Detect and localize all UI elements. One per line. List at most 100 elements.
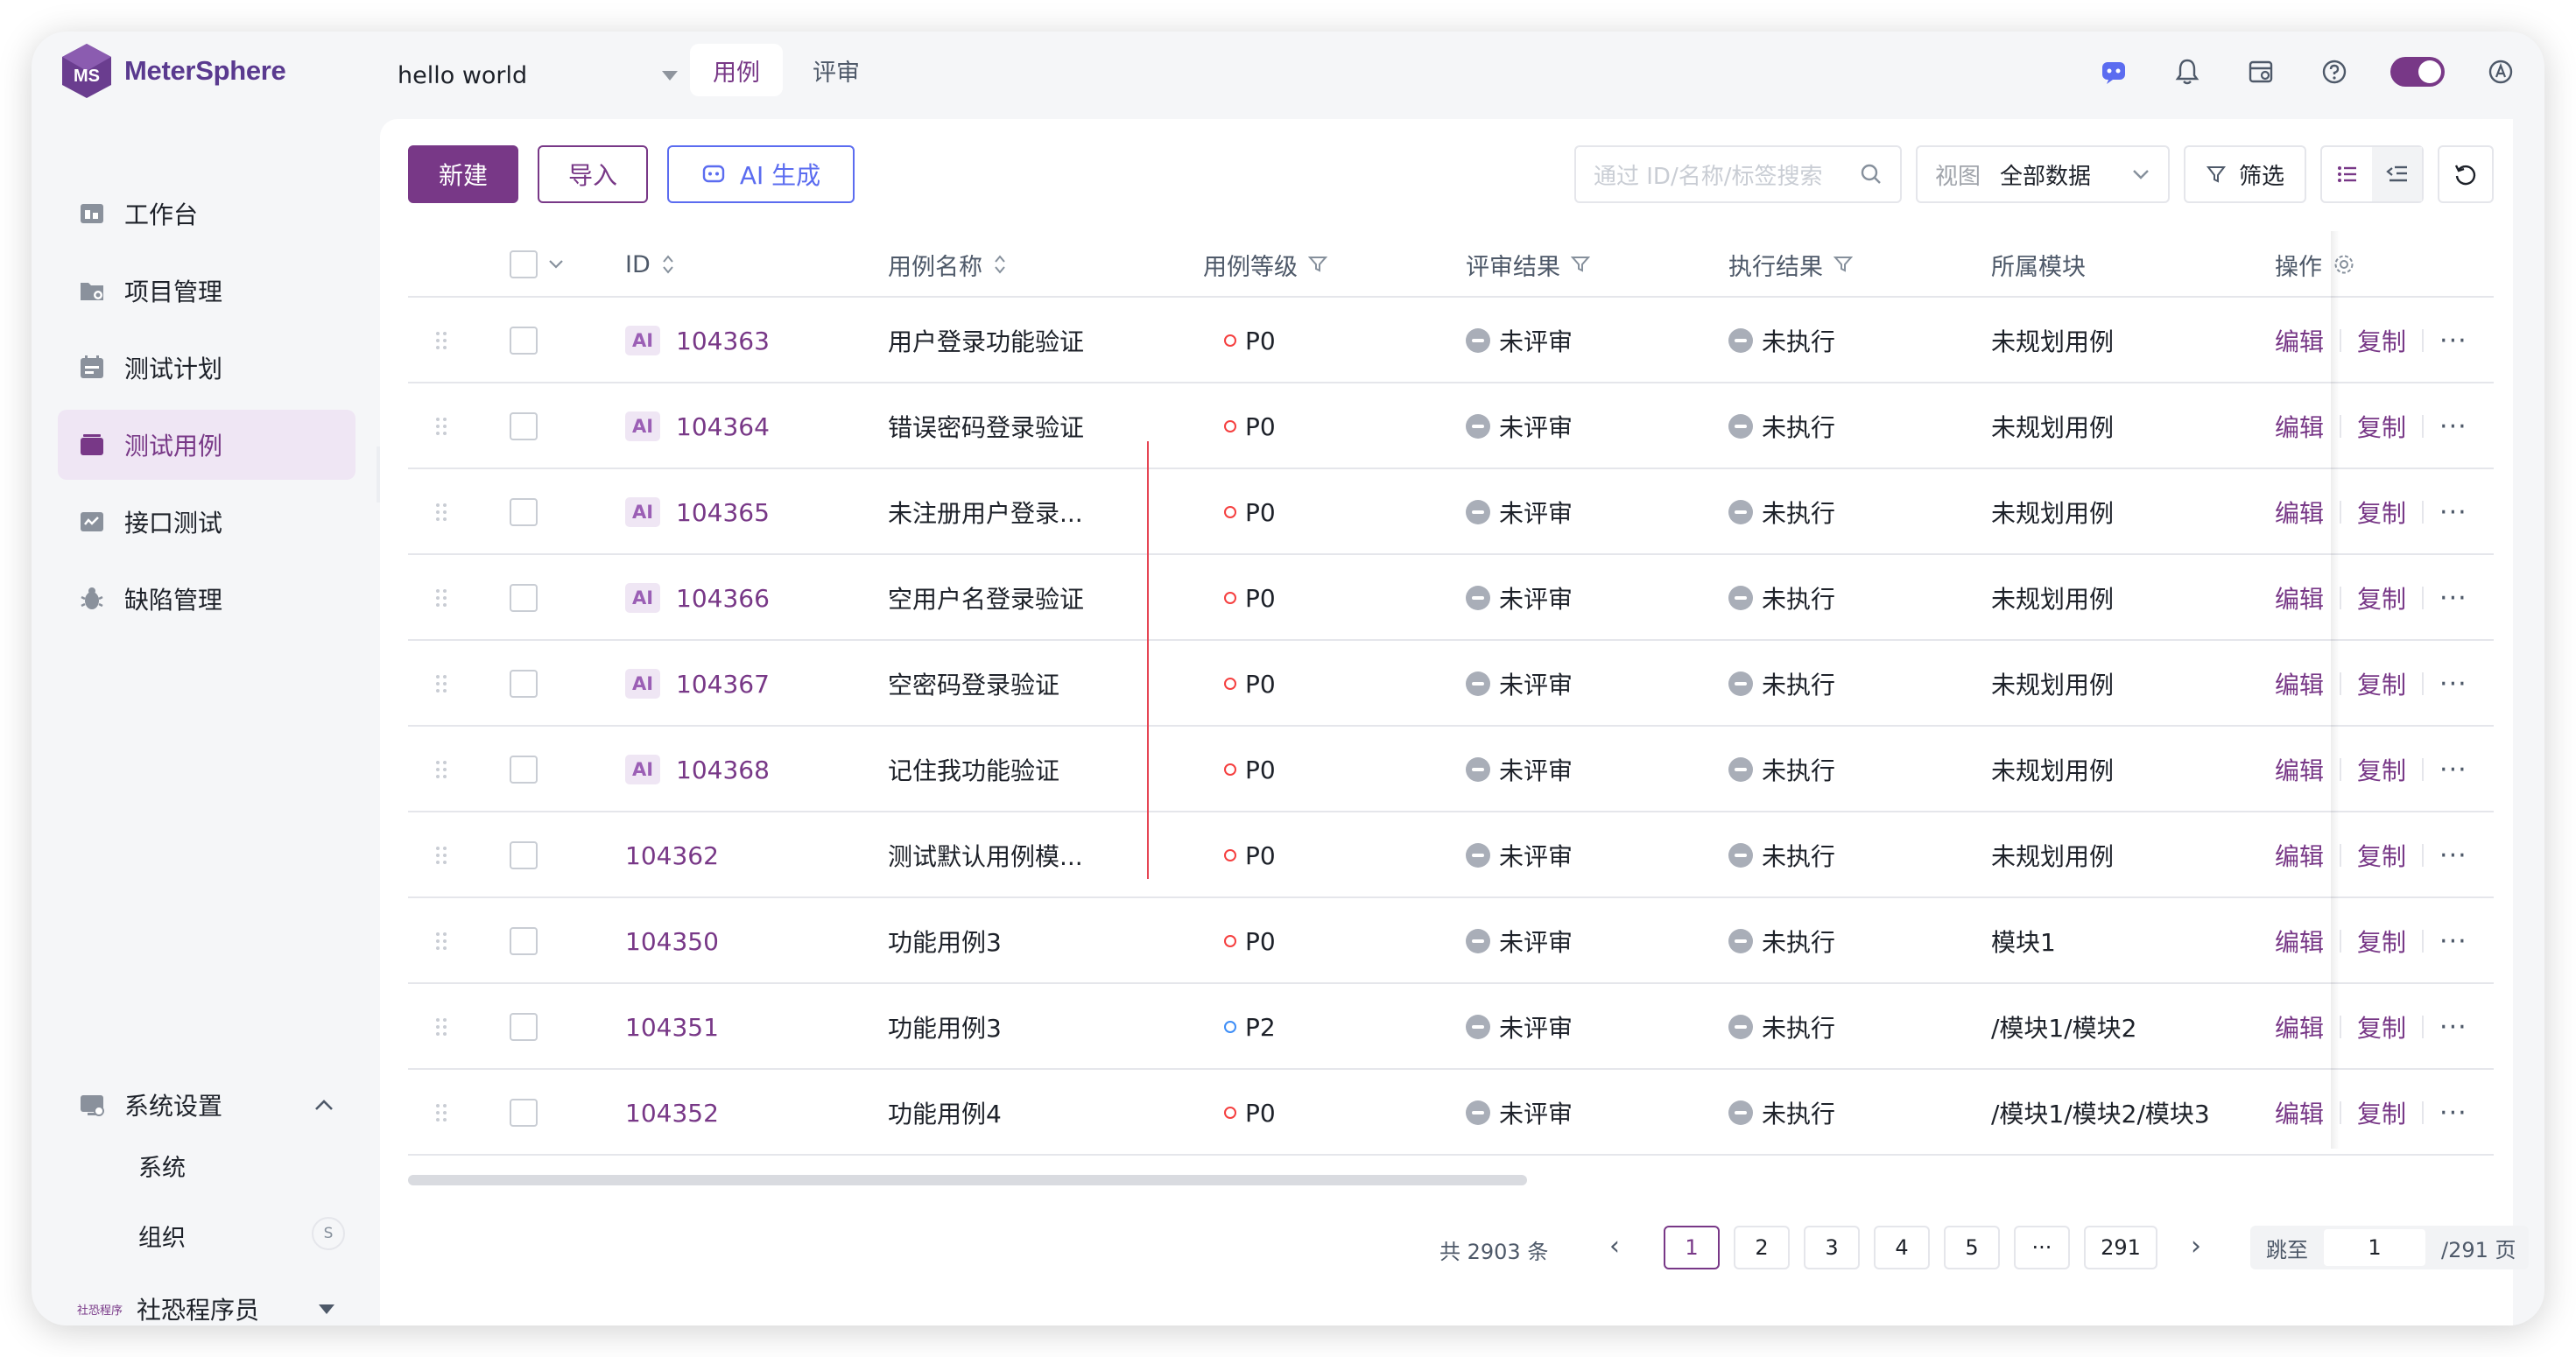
edit-button[interactable]: 编辑 — [2275, 495, 2324, 530]
case-name[interactable]: 错误密码登录验证 — [888, 409, 1084, 444]
more-icon[interactable]: ··· — [2439, 583, 2467, 614]
row-checkbox[interactable] — [510, 584, 538, 612]
case-name[interactable]: 空用户名登录验证 — [888, 580, 1084, 615]
edit-button[interactable]: 编辑 — [2275, 580, 2324, 615]
case-id[interactable]: 104364 — [676, 412, 770, 441]
table-row[interactable]: AI 104364 错误密码登录验证 P0 未评审 未执行 未规划用例 编辑 复制 ··· — [408, 383, 2494, 469]
new-button[interactable]: 新建 — [408, 145, 518, 203]
copy-button[interactable]: 复制 — [2357, 409, 2406, 444]
column-name[interactable]: 用例名称 — [888, 231, 1007, 298]
case-id[interactable]: 104368 — [676, 756, 770, 784]
sidebar-item-bug[interactable]: 缺陷管理 — [58, 564, 355, 634]
case-name[interactable]: 用户登录功能验证 — [888, 323, 1084, 358]
drag-handle-icon[interactable] — [434, 555, 448, 641]
sort-icon[interactable] — [661, 253, 675, 276]
edit-button[interactable]: 编辑 — [2275, 666, 2324, 701]
help-icon[interactable] — [2317, 54, 2352, 89]
jump-input[interactable]: 1 — [2324, 1229, 2425, 1266]
row-checkbox[interactable] — [510, 412, 538, 440]
column-level[interactable]: 用例等级 — [1203, 231, 1327, 298]
row-checkbox[interactable] — [510, 327, 538, 355]
more-icon[interactable]: ··· — [2439, 497, 2467, 528]
page-button[interactable]: 2 — [1734, 1226, 1790, 1269]
drag-handle-icon[interactable] — [434, 641, 448, 727]
copy-button[interactable]: 复制 — [2357, 1095, 2406, 1130]
row-checkbox[interactable] — [510, 1013, 538, 1041]
drag-handle-icon[interactable] — [434, 298, 448, 383]
row-checkbox[interactable] — [510, 756, 538, 784]
table-row[interactable]: 104362 测试默认用例模... P0 未评审 未执行 未规划用例 编辑 复制 ··· — [408, 812, 2494, 898]
filter-icon[interactable] — [1571, 255, 1590, 274]
sidebar-sub-system[interactable]: 系统 — [138, 1149, 186, 1183]
table-row[interactable]: AI 104367 空密码登录验证 P0 未评审 未执行 未规划用例 编辑 复制 ··· — [408, 641, 2494, 727]
more-icon[interactable]: ··· — [2439, 1098, 2467, 1128]
filter-icon[interactable] — [1833, 255, 1853, 274]
chevron-up-icon[interactable] — [313, 1098, 334, 1112]
sidebar-item-workbench[interactable]: 工作台 — [58, 179, 355, 249]
column-review[interactable]: 评审结果 — [1466, 231, 1590, 298]
copy-button[interactable]: 复制 — [2357, 1009, 2406, 1044]
sidebar-item-test-plan[interactable]: 测试计划 — [58, 333, 355, 403]
ai-assistant-icon[interactable] — [2096, 54, 2131, 89]
more-icon[interactable]: ··· — [2439, 669, 2467, 700]
copy-button[interactable]: 复制 — [2357, 838, 2406, 873]
edit-button[interactable]: 编辑 — [2275, 1095, 2324, 1130]
row-checkbox[interactable] — [510, 498, 538, 526]
drag-handle-icon[interactable] — [434, 984, 448, 1070]
tree-view-icon[interactable] — [2372, 147, 2422, 201]
app-logo[interactable]: MS MeterSphere — [60, 42, 286, 100]
drag-handle-icon[interactable] — [434, 1070, 448, 1156]
case-name[interactable]: 功能用例4 — [888, 1095, 1002, 1130]
case-name[interactable]: 功能用例3 — [888, 1009, 1002, 1044]
drag-handle-icon[interactable] — [434, 812, 448, 898]
drag-handle-icon[interactable] — [434, 727, 448, 812]
user-menu[interactable]: 社恐程序 社恐程序员 — [58, 1275, 355, 1325]
copy-button[interactable]: 复制 — [2357, 495, 2406, 530]
sidebar-item-settings[interactable]: 系统设置 — [58, 1070, 355, 1140]
more-icon[interactable]: ··· — [2439, 411, 2467, 442]
page-ellipsis[interactable]: ··· — [2014, 1226, 2070, 1269]
bell-icon[interactable] — [2170, 54, 2205, 89]
case-id[interactable]: 104365 — [676, 498, 770, 527]
case-name[interactable]: 未注册用户登录... — [888, 495, 1083, 530]
page-button[interactable]: 4 — [1874, 1226, 1930, 1269]
search-input[interactable]: 通过 ID/名称/标签搜索 — [1574, 145, 1902, 203]
language-icon[interactable] — [2483, 54, 2518, 89]
table-row[interactable]: AI 104365 未注册用户登录... P0 未评审 未执行 未规划用例 编辑 复制 ··· — [408, 469, 2494, 555]
case-id[interactable]: 104351 — [625, 1013, 719, 1042]
edit-button[interactable]: 编辑 — [2275, 1009, 2324, 1044]
case-name[interactable]: 功能用例3 — [888, 924, 1002, 959]
page-button[interactable]: 5 — [1944, 1226, 2000, 1269]
row-checkbox[interactable] — [510, 841, 538, 869]
table-row[interactable]: AI 104368 记住我功能验证 P0 未评审 未执行 未规划用例 编辑 复制 ··· — [408, 727, 2494, 812]
edit-button[interactable]: 编辑 — [2275, 409, 2324, 444]
edit-button[interactable]: 编辑 — [2275, 323, 2324, 358]
copy-button[interactable]: 复制 — [2357, 323, 2406, 358]
chevron-down-icon[interactable] — [548, 259, 564, 270]
copy-button[interactable]: 复制 — [2357, 924, 2406, 959]
drag-handle-icon[interactable] — [434, 469, 448, 555]
edit-button[interactable]: 编辑 — [2275, 924, 2324, 959]
task-center-icon[interactable] — [2243, 54, 2278, 89]
row-checkbox[interactable] — [510, 670, 538, 698]
ai-generate-button[interactable]: AI 生成 — [667, 145, 855, 203]
more-icon[interactable]: ··· — [2439, 840, 2467, 871]
prev-page-icon[interactable]: ‹ — [1609, 1231, 1620, 1262]
case-id[interactable]: 104367 — [676, 670, 770, 699]
column-id[interactable]: ID — [625, 231, 675, 298]
page-button[interactable]: 291 — [2084, 1226, 2157, 1269]
drag-handle-icon[interactable] — [434, 383, 448, 469]
row-checkbox[interactable] — [510, 927, 538, 955]
tab-review[interactable]: 评审 — [790, 44, 883, 96]
edit-button[interactable]: 编辑 — [2275, 752, 2324, 787]
tab-cases[interactable]: 用例 — [690, 44, 783, 96]
more-icon[interactable]: ··· — [2439, 926, 2467, 957]
case-id[interactable]: 104352 — [625, 1099, 719, 1128]
more-icon[interactable]: ··· — [2439, 755, 2467, 785]
case-name[interactable]: 记住我功能验证 — [888, 752, 1059, 787]
case-name[interactable]: 测试默认用例模... — [888, 838, 1083, 873]
next-page-icon[interactable]: › — [2191, 1231, 2201, 1262]
sidebar-item-api-test[interactable]: 接口测试 — [58, 487, 355, 557]
filter-button[interactable]: 筛选 — [2184, 145, 2306, 203]
case-id[interactable]: 104366 — [676, 584, 770, 613]
